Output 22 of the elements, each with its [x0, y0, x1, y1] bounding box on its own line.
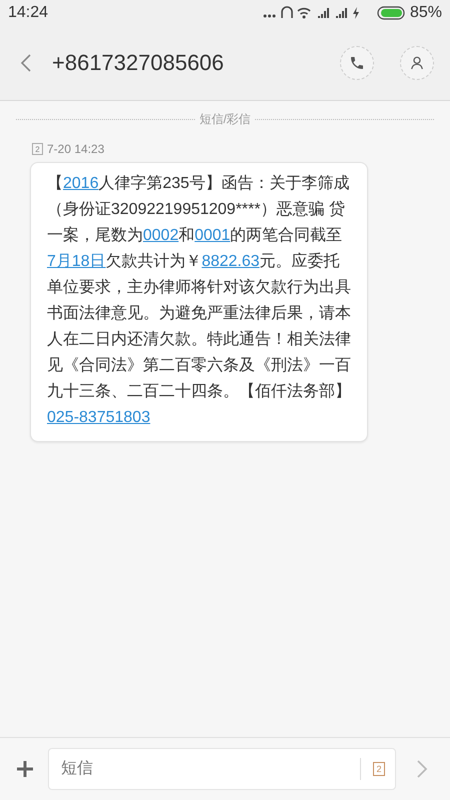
status-time: 14:24: [8, 4, 48, 22]
message-time: 7-20 14:23: [47, 142, 104, 156]
sim-badge: 2: [32, 143, 43, 155]
link[interactable]: 0001: [194, 227, 230, 244]
phone-icon[interactable]: [349, 55, 365, 71]
sim-selector[interactable]: 2: [373, 762, 385, 776]
message-input[interactable]: 短信 2: [48, 748, 396, 790]
contact-number: +8617327085606: [52, 50, 225, 76]
link[interactable]: 025-83751803: [47, 409, 150, 426]
message-text: 【2016人律字第235号】函告：关于李筛成（身份证32092219951209****）恶意骗 贷一案，尾数为0002和0001的两笔合同截至 7月18日 欠款共计为￥8822.63元。应委托单位要求，主办律师将针对该欠款行为出具书面法律意见。为避免严重法律后果，请本人在二日内还清欠款。特此通告！相关法律见《合同法》第二百零六条及《刑法》一百九十三条、二百二十四条。【佰仟法务部】 025-83751803: [47, 174, 352, 428]
person-icon[interactable]: [409, 55, 425, 71]
channel-label: 短信/彩信: [199, 111, 251, 128]
link[interactable]: 0002: [143, 227, 179, 244]
back-icon[interactable]: [20, 53, 32, 73]
link[interactable]: 2016: [63, 175, 99, 192]
call-button[interactable]: [340, 46, 374, 80]
plus-icon[interactable]: [16, 760, 34, 778]
contact-button[interactable]: [400, 46, 434, 80]
link[interactable]: 7月18日: [47, 253, 106, 270]
battery-icon: [376, 6, 407, 20]
link[interactable]: 8822.63: [202, 253, 260, 270]
battery-percent: 85%: [410, 4, 442, 22]
